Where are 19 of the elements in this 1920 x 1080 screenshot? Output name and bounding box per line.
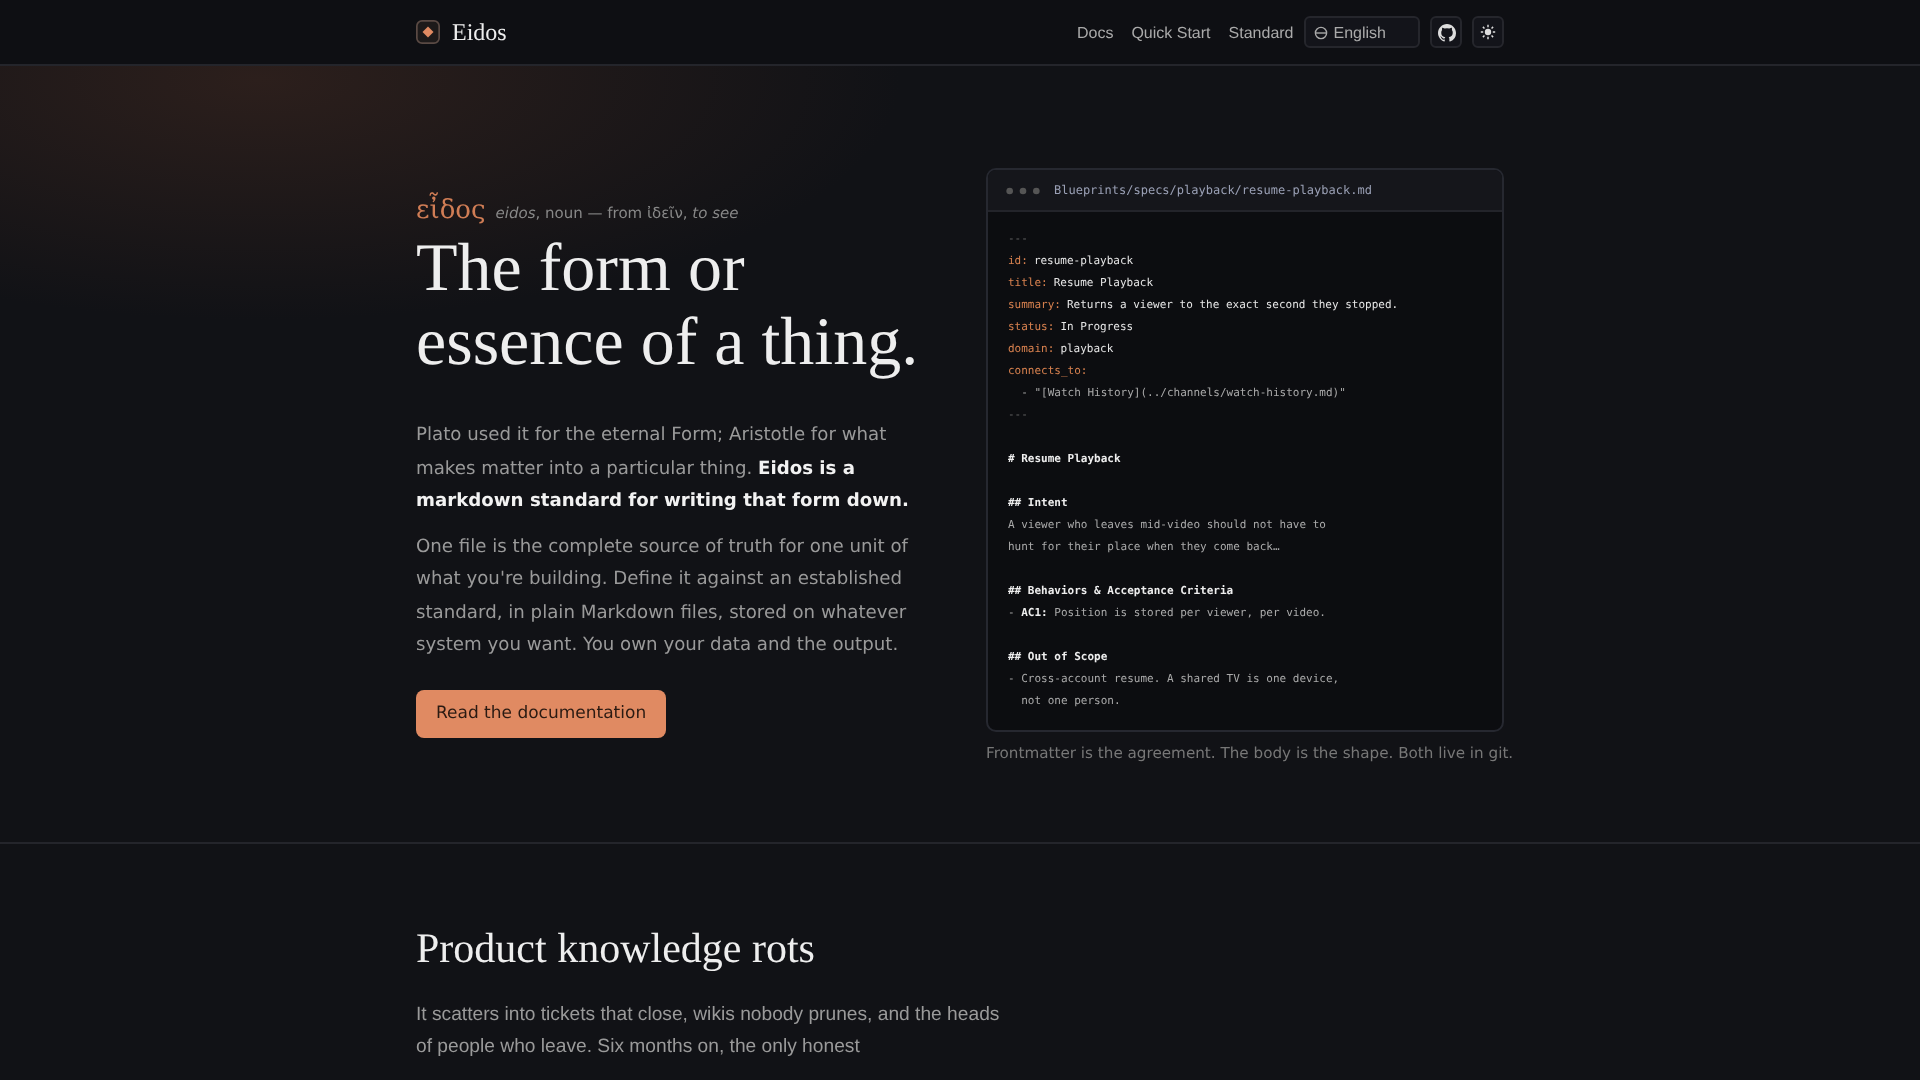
language-select[interactable]: English [1303, 16, 1420, 48]
brand-name[interactable]: Eidos [452, 17, 507, 47]
greek-word: εἶδος [416, 196, 486, 226]
section-paragraph: It scatters into tickets that close, wikis nobody prunes, and the heads of people who leave. Six months on, the only honest [416, 1002, 1002, 1062]
nav-link[interactable]: Quick Start [1131, 23, 1211, 41]
hero-paragraph: One file is the complete source of truth for one unit of what you're building. Define it against an established standard, in plain Markdown files, stored on whatever system you want. You own your data and the output. [416, 535, 911, 660]
github-icon [1437, 23, 1455, 41]
hero-paragraph: Plato used it for the eternal Form; Aristotle for what makes matter into a particular thing. Eidos is a markdown standard for writing that form down. [416, 424, 911, 516]
logo-icon [416, 20, 440, 44]
sun-icon [1480, 24, 1496, 40]
documentation-button[interactable]: Read the documentation [416, 689, 667, 737]
nav-link[interactable]: Standard [1228, 23, 1294, 41]
globe-icon [1313, 25, 1328, 39]
theme-toggle-button[interactable] [1472, 16, 1504, 48]
section-title: Product knowledge rots [416, 924, 817, 974]
hero-title: The form or essence of a thing. [416, 232, 921, 380]
nav-link[interactable]: Docs [1076, 23, 1114, 41]
window-dots-icon [1004, 185, 1042, 195]
github-button[interactable] [1430, 16, 1462, 48]
